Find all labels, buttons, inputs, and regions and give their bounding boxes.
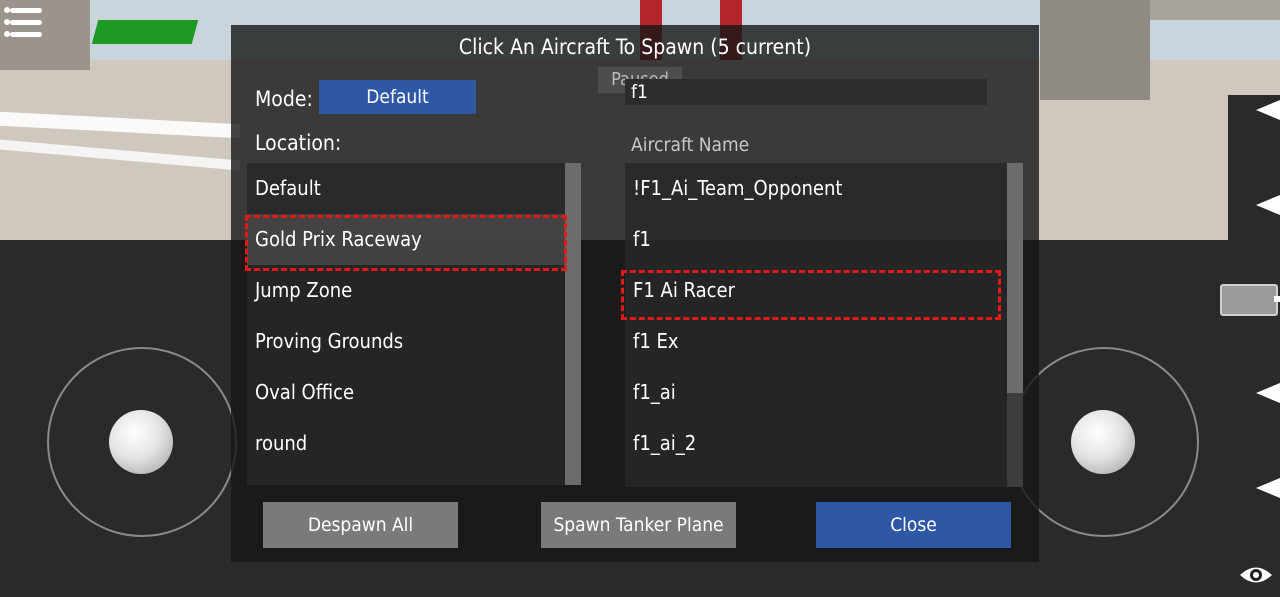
aircraft-scrollbar-thumb[interactable]	[1007, 163, 1023, 393]
dialog-title: Click An Aircraft To Spawn (5 current)	[458, 35, 812, 59]
location-list: Default Gold Prix Raceway Jump Zone Prov…	[247, 163, 565, 485]
mode-dropdown-button[interactable]: Default	[319, 80, 476, 114]
aircraft-item[interactable]: f1	[625, 214, 1007, 265]
slider-tick	[1274, 296, 1280, 302]
aircraft-item[interactable]: f1 Ex	[625, 316, 1007, 367]
aircraft-search-input[interactable]	[625, 79, 987, 105]
location-item[interactable]: Default	[247, 163, 565, 214]
building-right-far	[1150, 0, 1280, 20]
location-scrollbar-thumb[interactable]	[565, 163, 581, 485]
building-right	[1040, 0, 1150, 100]
throttle-slider-handle[interactable]	[1220, 284, 1278, 316]
arrow-left-icon[interactable]	[1256, 383, 1280, 403]
menu-icon[interactable]	[4, 6, 42, 40]
location-item[interactable]: Proving Grounds	[247, 316, 565, 367]
arrow-left-icon[interactable]	[1256, 100, 1280, 120]
close-button[interactable]: Close	[816, 502, 1011, 548]
arrow-left-icon[interactable]	[1256, 195, 1280, 215]
eye-icon[interactable]	[1238, 562, 1274, 588]
aircraft-list-scrollbar[interactable]	[1007, 163, 1023, 487]
right-joystick-knob[interactable]	[1071, 410, 1135, 474]
despawn-all-button[interactable]: Despawn All	[263, 502, 458, 548]
location-item-selected[interactable]: Gold Prix Raceway	[247, 214, 565, 265]
aircraft-item[interactable]: f1_ai_2	[625, 418, 1007, 469]
aircraft-name-input[interactable]	[625, 129, 987, 161]
green-structure	[91, 20, 199, 44]
aircraft-item[interactable]: !F1_Ai_Team_Opponent	[625, 163, 1007, 214]
aircraft-item[interactable]: f1_ai	[625, 367, 1007, 418]
arrow-left-icon[interactable]	[1256, 478, 1280, 498]
location-item[interactable]: Oval Office	[247, 367, 565, 418]
location-list-scrollbar[interactable]	[565, 163, 581, 485]
left-joystick-knob[interactable]	[109, 410, 173, 474]
spawn-aircraft-dialog: Click An Aircraft To Spawn (5 current) P…	[231, 25, 1039, 562]
mode-label: Mode:	[255, 87, 313, 111]
location-item[interactable]: round	[247, 418, 565, 469]
aircraft-item[interactable]: F1 Ai Racer	[625, 265, 1007, 316]
aircraft-list: !F1_Ai_Team_Opponent f1 F1 Ai Racer f1 E…	[625, 163, 1007, 487]
location-label: Location:	[255, 131, 342, 155]
spawn-tanker-plane-button[interactable]: Spawn Tanker Plane	[541, 502, 736, 548]
location-item[interactable]: Jump Zone	[247, 265, 565, 316]
left-joystick[interactable]	[47, 347, 237, 537]
